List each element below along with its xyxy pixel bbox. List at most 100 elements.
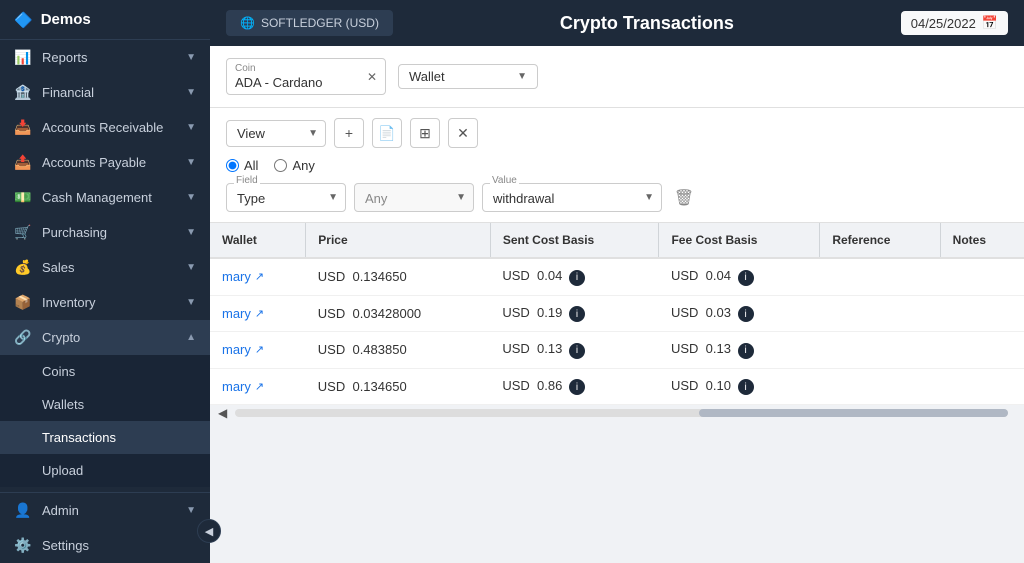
radio-all[interactable] (226, 159, 239, 172)
wallet-filter[interactable]: Wallet ▼ (398, 64, 538, 89)
table-body: mary ↗ USD 0.134650 USD 0.04 i USD 0.04 … (210, 258, 1024, 405)
sidebar-item-crypto[interactable]: 🔗 Crypto ▲ (0, 320, 210, 355)
value-select-wrap: Value withdrawal ▼ (482, 183, 662, 212)
value-select[interactable]: withdrawal (482, 183, 662, 212)
scroll-thumb (699, 409, 1008, 417)
plus-icon: + (345, 125, 353, 141)
date-display[interactable]: 04/25/2022 📅 (901, 11, 1008, 35)
value-label: Value (490, 175, 519, 186)
table-row: mary ↗ USD 0.03428000 USD 0.19 i USD 0.0… (210, 295, 1024, 332)
cell-reference (820, 332, 940, 369)
chevron-financial: ▼ (186, 87, 196, 98)
radio-all-label[interactable]: All (226, 158, 258, 173)
cell-price: USD 0.03428000 (306, 295, 491, 332)
sidebar-item-cash-management[interactable]: 💵 Cash Management ▼ (0, 180, 210, 215)
header: 🌐 SOFTLEDGER (USD) Crypto Transactions 0… (210, 0, 1024, 46)
fee-info-icon[interactable]: i (738, 306, 754, 322)
sidebar-item-inventory[interactable]: 📦 Inventory ▼ (0, 285, 210, 320)
upload-label: Upload (42, 463, 83, 478)
cell-price: USD 0.483850 (306, 332, 491, 369)
col-sent-cost-basis: Sent Cost Basis (490, 223, 659, 258)
external-link-icon[interactable]: ↗ (255, 343, 264, 356)
radio-row: All Any (226, 158, 1008, 173)
wallet-link[interactable]: mary ↗ (222, 306, 294, 321)
header-left: 🌐 SOFTLEDGER (USD) (226, 10, 393, 36)
view-select[interactable]: View (226, 120, 326, 147)
fee-info-icon[interactable]: i (738, 270, 754, 286)
document-view-button[interactable]: 📄 (372, 118, 402, 148)
sent-info-icon[interactable]: i (569, 343, 585, 359)
sidebar-label-settings: Settings (42, 538, 89, 553)
cell-price: USD 0.134650 (306, 258, 491, 295)
sidebar-bottom: 👤 Admin ▼ ⚙️ Settings (0, 492, 210, 563)
logo-icon: 🔷 (14, 11, 33, 29)
calendar-icon: 📅 (982, 15, 998, 31)
cell-sent-cost-basis: USD 0.19 i (490, 295, 659, 332)
cell-reference (820, 258, 940, 295)
chevron-purchasing: ▼ (186, 227, 196, 238)
cell-fee-cost-basis: USD 0.03 i (659, 295, 820, 332)
sidebar-item-settings[interactable]: ⚙️ Settings (0, 528, 210, 563)
cell-notes (940, 258, 1024, 295)
clear-filters-button[interactable]: ✕ (448, 118, 478, 148)
scrollbar-row: ◀ (210, 405, 1024, 421)
sidebar-item-upload[interactable]: Upload (0, 454, 210, 487)
external-link-icon[interactable]: ↗ (255, 380, 264, 393)
wallet-link[interactable]: mary ↗ (222, 342, 294, 357)
external-link-icon[interactable]: ↗ (255, 270, 264, 283)
radio-any-label[interactable]: Any (274, 158, 314, 173)
coin-filter[interactable]: Coin ADA - Cardano ✕ (226, 58, 386, 95)
sidebar-collapse-button[interactable]: ◀ (197, 519, 221, 543)
sidebar-item-transactions[interactable]: Transactions (0, 421, 210, 454)
table-header-row: Wallet Price Sent Cost Basis Fee Cost Ba… (210, 223, 1024, 258)
radio-any[interactable] (274, 159, 287, 172)
ledger-button[interactable]: 🌐 SOFTLEDGER (USD) (226, 10, 393, 36)
wallet-dropdown-icon: ▼ (517, 71, 527, 82)
scroll-track[interactable] (235, 409, 1008, 417)
coin-filter-label: Coin (235, 63, 322, 74)
sidebar-item-purchasing[interactable]: 🛒 Purchasing ▼ (0, 215, 210, 250)
logo-text: Demos (41, 11, 91, 28)
field-select[interactable]: Type (226, 183, 346, 212)
sidebar-label-cash: Cash Management (42, 190, 152, 205)
wallet-link[interactable]: mary ↗ (222, 379, 294, 394)
sidebar-item-accounts-receivable[interactable]: 📥 Accounts Receivable ▼ (0, 110, 210, 145)
coin-clear-button[interactable]: ✕ (367, 70, 377, 84)
external-link-icon[interactable]: ↗ (255, 307, 264, 320)
sidebar-item-admin[interactable]: 👤 Admin ▼ (0, 493, 210, 528)
sidebar-item-financial[interactable]: 🏦 Financial ▼ (0, 75, 210, 110)
col-reference: Reference (820, 223, 940, 258)
any-select[interactable]: Any (354, 183, 474, 212)
cell-fee-cost-basis: USD 0.04 i (659, 258, 820, 295)
fee-info-icon[interactable]: i (738, 379, 754, 395)
document-icon: 📄 (378, 125, 395, 142)
cell-sent-cost-basis: USD 0.13 i (490, 332, 659, 369)
trash-icon: 🗑 (674, 188, 694, 208)
sidebar-item-reports[interactable]: 📊 Reports ▼ (0, 40, 210, 75)
sidebar-item-coins[interactable]: Coins (0, 355, 210, 388)
field-select-wrap: Field Type ▼ (226, 183, 346, 212)
view-select-wrap: View ▼ (226, 120, 326, 147)
fee-info-icon[interactable]: i (738, 343, 754, 359)
sent-info-icon[interactable]: i (569, 306, 585, 322)
ap-icon: 📤 (14, 154, 32, 171)
filter-bar: Coin ADA - Cardano ✕ Wallet ▼ (210, 46, 1024, 108)
add-filter-button[interactable]: + (334, 118, 364, 148)
table-row: mary ↗ USD 0.134650 USD 0.04 i USD 0.04 … (210, 258, 1024, 295)
sent-info-icon[interactable]: i (569, 270, 585, 286)
columns-icon: ⊞ (419, 125, 431, 142)
wallet-link[interactable]: mary ↗ (222, 269, 294, 284)
sent-info-icon[interactable]: i (569, 379, 585, 395)
collapse-icon: ◀ (205, 525, 213, 538)
sidebar-item-wallets[interactable]: Wallets (0, 388, 210, 421)
sidebar-item-accounts-payable[interactable]: 📤 Accounts Payable ▼ (0, 145, 210, 180)
sidebar-item-sales[interactable]: 💰 Sales ▼ (0, 250, 210, 285)
delete-filter-button[interactable]: 🗑 (670, 184, 698, 212)
filter-row: Field Type ▼ Any ▼ Value withdrawal (226, 183, 1008, 212)
scroll-left-arrow[interactable]: ◀ (218, 406, 227, 420)
cell-wallet: mary ↗ (210, 258, 306, 295)
wallets-label: Wallets (42, 397, 84, 412)
columns-view-button[interactable]: ⊞ (410, 118, 440, 148)
col-notes: Notes (940, 223, 1024, 258)
cell-price: USD 0.134650 (306, 368, 491, 405)
